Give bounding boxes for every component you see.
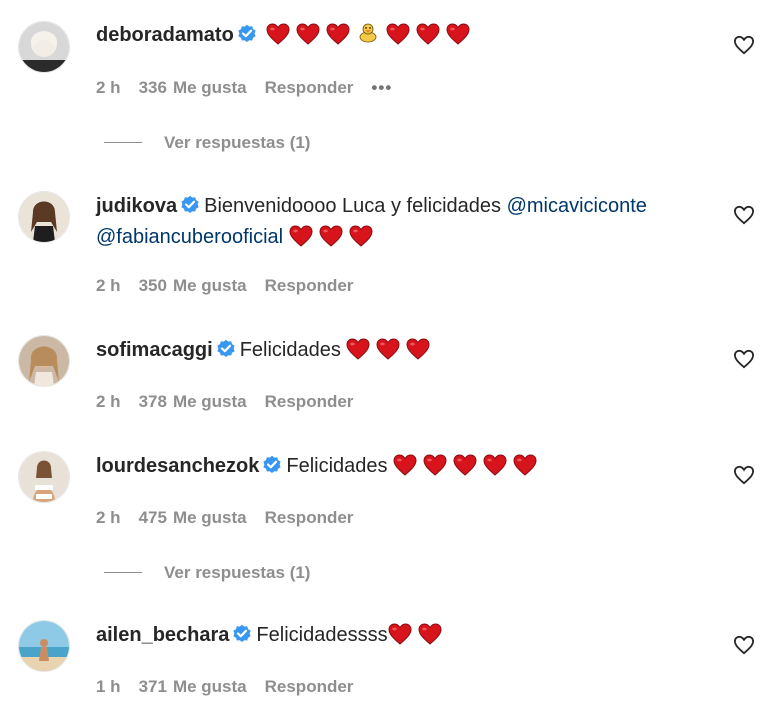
- reply-button[interactable]: Responder: [265, 392, 354, 411]
- timestamp: 2 h: [96, 392, 121, 411]
- like-heart-icon[interactable]: [733, 349, 755, 369]
- more-options-icon[interactable]: •••: [371, 78, 392, 97]
- red-heart-emoji: [326, 23, 350, 45]
- red-heart-emoji: [349, 225, 373, 247]
- divider-line: [104, 142, 142, 143]
- comment-text: sofimacaggi Felicidades: [96, 335, 716, 366]
- comment-message: Felicidades: [239, 339, 341, 361]
- comment-meta: 2 h 475 Me gusta Responder: [96, 508, 371, 528]
- red-heart-emoji: [423, 454, 447, 476]
- red-heart-emoji: [393, 454, 417, 476]
- avatar[interactable]: [18, 620, 70, 672]
- red-heart-emoji: [319, 225, 343, 247]
- red-heart-emoji: [513, 454, 537, 476]
- verified-badge-icon: [180, 195, 200, 215]
- red-heart-emoji: [416, 23, 440, 45]
- username[interactable]: judikova: [96, 195, 177, 217]
- likes-count[interactable]: 475 Me gusta: [139, 508, 247, 527]
- divider-line: [104, 572, 142, 573]
- red-heart-emoji: [296, 23, 320, 45]
- username[interactable]: lourdesanchezok: [96, 455, 259, 477]
- red-heart-emoji: [376, 338, 400, 360]
- likes-count[interactable]: 371 Me gusta: [139, 677, 247, 696]
- likes-count[interactable]: 378 Me gusta: [139, 392, 247, 411]
- like-heart-icon[interactable]: [733, 35, 755, 55]
- comment-message: Felicidadessss: [256, 624, 388, 646]
- avatar[interactable]: [18, 451, 70, 503]
- comment-meta: 2 h 350 Me gusta Responder: [96, 276, 371, 296]
- comment-text: ailen_bechara Felicidadessss: [96, 620, 716, 651]
- timestamp: 2 h: [96, 78, 121, 97]
- comment-text: lourdesanchezok Felicidades: [96, 451, 716, 482]
- username[interactable]: deboradamato: [96, 24, 234, 46]
- like-heart-icon[interactable]: [733, 635, 755, 655]
- duck-emoji: [356, 21, 380, 45]
- reply-button[interactable]: Responder: [265, 78, 354, 97]
- red-heart-emoji: [483, 454, 507, 476]
- avatar[interactable]: [18, 21, 70, 73]
- reply-button[interactable]: Responder: [265, 276, 354, 295]
- red-heart-emoji: [388, 623, 412, 645]
- verified-badge-icon: [232, 624, 252, 644]
- mention-link[interactable]: @fabiancuberooficial: [96, 226, 283, 248]
- verified-badge-icon: [216, 339, 236, 359]
- like-heart-icon[interactable]: [733, 465, 755, 485]
- mention-link[interactable]: @micaviciconte: [507, 195, 647, 217]
- red-heart-emoji: [266, 23, 290, 45]
- comment-meta: 1 h 371 Me gusta Responder: [96, 677, 371, 697]
- username[interactable]: sofimacaggi: [96, 339, 213, 361]
- timestamp: 2 h: [96, 276, 121, 295]
- comment-text: judikova Bienvenidoooo Luca y felicidades…: [96, 191, 716, 253]
- username[interactable]: ailen_bechara: [96, 624, 229, 646]
- verified-badge-icon: [262, 455, 282, 475]
- view-replies-button[interactable]: Ver respuestas (1): [104, 563, 310, 583]
- red-heart-emoji: [386, 23, 410, 45]
- red-heart-emoji: [289, 225, 313, 247]
- red-heart-emoji: [418, 623, 442, 645]
- comment-meta: 2 h 378 Me gusta Responder: [96, 392, 371, 412]
- timestamp: 2 h: [96, 508, 121, 527]
- likes-count[interactable]: 336 Me gusta: [139, 78, 247, 97]
- comment-meta: 2 h 336 Me gusta Responder •••: [96, 78, 410, 98]
- reply-button[interactable]: Responder: [265, 508, 354, 527]
- red-heart-emoji: [406, 338, 430, 360]
- comment-message: Bienvenidoooo Luca y felicidades: [204, 195, 502, 217]
- timestamp: 1 h: [96, 677, 121, 696]
- verified-badge-icon: [237, 24, 257, 44]
- view-replies-button[interactable]: Ver respuestas (1): [104, 133, 310, 153]
- reply-button[interactable]: Responder: [265, 677, 354, 696]
- comment-message: Felicidades: [286, 455, 388, 477]
- red-heart-emoji: [346, 338, 370, 360]
- red-heart-emoji: [446, 23, 470, 45]
- comment-text: deboradamato: [96, 20, 716, 51]
- avatar[interactable]: [18, 191, 70, 243]
- like-heart-icon[interactable]: [733, 205, 755, 225]
- red-heart-emoji: [453, 454, 477, 476]
- avatar[interactable]: [18, 335, 70, 387]
- likes-count[interactable]: 350 Me gusta: [139, 276, 247, 295]
